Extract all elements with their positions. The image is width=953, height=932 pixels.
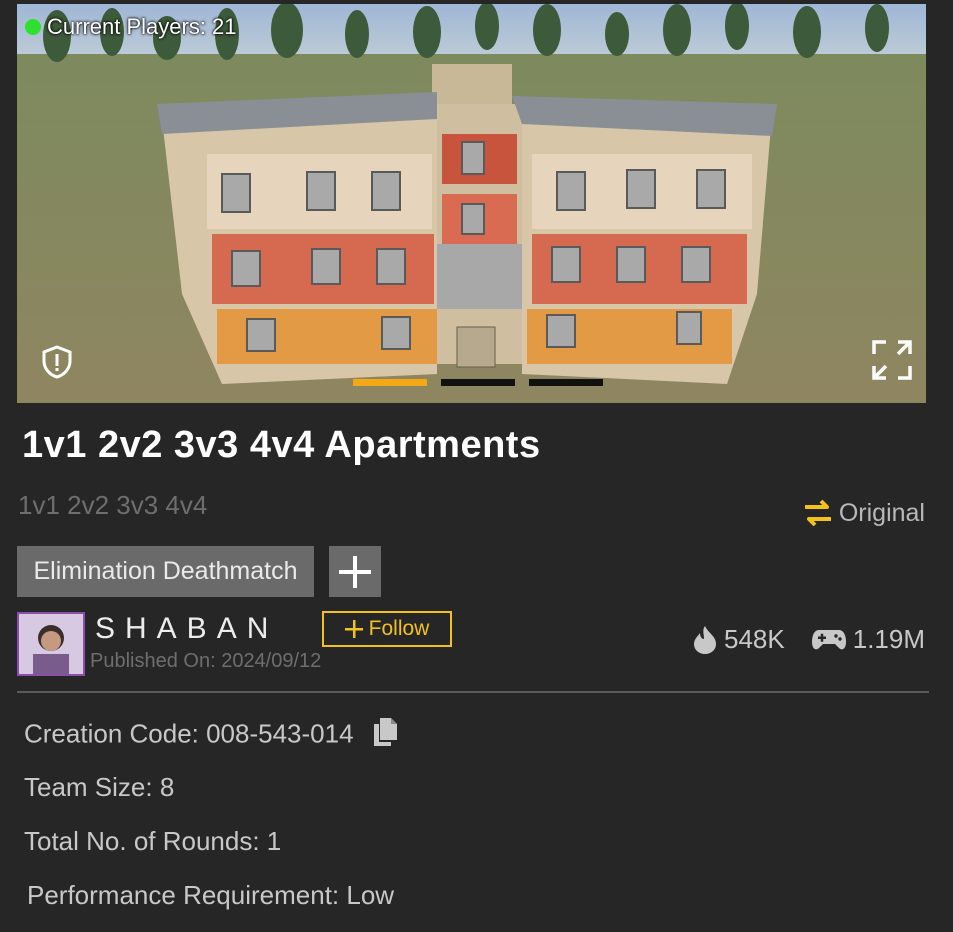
shield-alert-icon[interactable] (39, 344, 75, 380)
published-date: Published On: 2024/09/12 (90, 650, 322, 672)
original-label: Original (838, 498, 925, 527)
swap-arrows-icon (804, 499, 831, 527)
plays-value: 1.19M (852, 624, 925, 654)
total-rounds: Total No. of Rounds: 1 (24, 826, 282, 856)
stats-group: 548K 1.19M (692, 624, 925, 655)
original-badge: Original (801, 496, 925, 530)
carousel-dot-2[interactable] (441, 379, 515, 386)
plays-stat: 1.19M (811, 624, 925, 655)
fullscreen-icon[interactable] (870, 338, 914, 382)
creation-code-row: Creation Code: 008-543-014 (24, 717, 403, 754)
heat-value: 548K (724, 624, 785, 654)
gamepad-icon (811, 629, 846, 649)
carousel-dot-1[interactable] (353, 379, 427, 386)
follow-label: Follow (368, 617, 430, 640)
carousel-dot-3[interactable] (529, 379, 603, 386)
mode-tag[interactable]: Elimination Deathmatch (17, 546, 314, 597)
current-players-label: Current Players: 21 (47, 14, 237, 39)
flame-icon (694, 625, 716, 654)
creation-code: Creation Code: 008-543-014 (24, 718, 354, 749)
apartment-building-scene (17, 4, 926, 403)
plus-icon (344, 620, 363, 638)
map-title: 1v1 2v2 3v3 4v4 Apartments (22, 424, 541, 466)
author-avatar-image (19, 614, 83, 674)
carousel-indicators (353, 379, 603, 386)
performance-requirement: Performance Requirement: Low (27, 880, 395, 910)
divider (17, 691, 929, 693)
avatar[interactable] (17, 612, 85, 676)
heat-stat: 548K (692, 624, 785, 655)
add-tag-button[interactable] (329, 546, 381, 597)
author-name[interactable]: SHABAN (95, 612, 278, 646)
team-size: Team Size: 8 (24, 772, 175, 802)
current-players-indicator: Current Players: 21 (25, 14, 237, 40)
online-status-dot (25, 19, 41, 35)
map-preview-image[interactable]: Current Players: 21 (17, 4, 926, 403)
copy-icon[interactable] (371, 717, 403, 754)
map-subtitle: 1v1 2v2 3v3 4v4 (18, 490, 208, 520)
plus-icon (339, 555, 371, 588)
follow-button[interactable]: Follow (322, 611, 452, 647)
